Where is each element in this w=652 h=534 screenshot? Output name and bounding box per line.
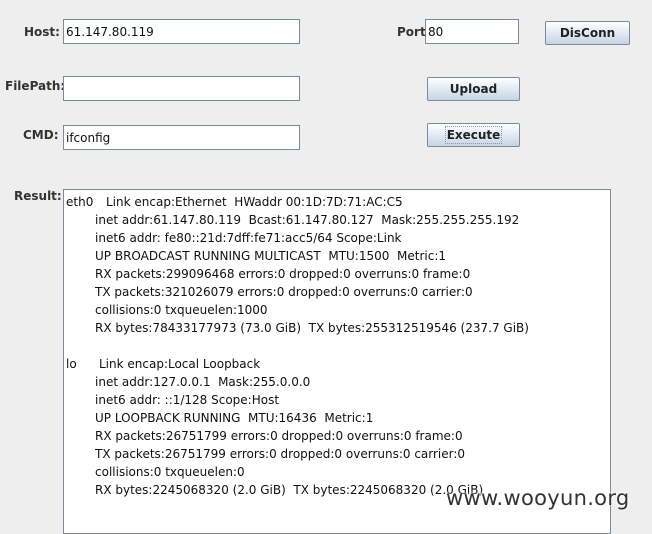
result-lo-head: Link encap:Local Loopback [99, 357, 261, 371]
filepath-input[interactable] [63, 76, 300, 101]
result-line: UP BROADCAST RUNNING MULTICAST MTU:1500 … [95, 249, 447, 263]
upload-button-label: Upload [449, 82, 498, 96]
result-line: inet6 addr: fe80::21d:7dff:fe71:acc5/64 … [95, 231, 402, 245]
result-eth0-header: eth0 Link encap:Ethernet HWaddr 00:1D:7D… [66, 193, 608, 211]
result-eth0-head: Link encap:Ethernet HWaddr 00:1D:7D:71:A… [106, 195, 403, 209]
result-blank-line [66, 337, 608, 355]
result-line: collisions:0 txqueuelen:0 [95, 465, 245, 479]
upload-button[interactable]: Upload [427, 77, 520, 101]
result-line: RX bytes:78433177973 (73.0 GiB) TX bytes… [95, 321, 529, 335]
result-lo-iface: lo [66, 357, 77, 371]
result-lo-header: lo Link encap:Local Loopback [66, 355, 608, 373]
result-line: inet addr:127.0.0.1 Mask:255.0.0.0 [95, 375, 311, 389]
disconnect-button[interactable]: DisConn [545, 21, 630, 45]
result-textarea[interactable]: eth0 Link encap:Ethernet HWaddr 00:1D:7D… [63, 189, 611, 534]
execute-button[interactable]: Execute [427, 123, 520, 147]
result-line: UP LOOPBACK RUNNING MTU:16436 Metric:1 [95, 411, 374, 425]
cmd-label: CMD: [23, 128, 59, 142]
result-label: Result: [14, 189, 62, 203]
execute-button-label: Execute [444, 126, 503, 144]
port-input[interactable] [425, 19, 519, 44]
result-line: TX packets:321026079 errors:0 dropped:0 … [95, 285, 473, 299]
cmd-input[interactable] [63, 125, 300, 150]
result-line: TX packets:26751799 errors:0 dropped:0 o… [95, 447, 466, 461]
result-line: inet6 addr: ::1/128 Scope:Host [95, 393, 280, 407]
result-eth0-iface: eth0 [66, 195, 94, 209]
result-line: RX packets:26751799 errors:0 dropped:0 o… [95, 429, 463, 443]
disconnect-button-label: DisConn [559, 26, 616, 40]
watermark: www.wooyun.org [446, 486, 630, 510]
filepath-label: FilePath: [5, 79, 66, 93]
result-line: RX packets:299096468 errors:0 dropped:0 … [95, 267, 471, 281]
host-label: Host: [24, 25, 60, 39]
host-input[interactable] [63, 19, 300, 44]
result-line: inet addr:61.147.80.119 Bcast:61.147.80.… [95, 213, 520, 227]
result-line: collisions:0 txqueuelen:1000 [95, 303, 268, 317]
